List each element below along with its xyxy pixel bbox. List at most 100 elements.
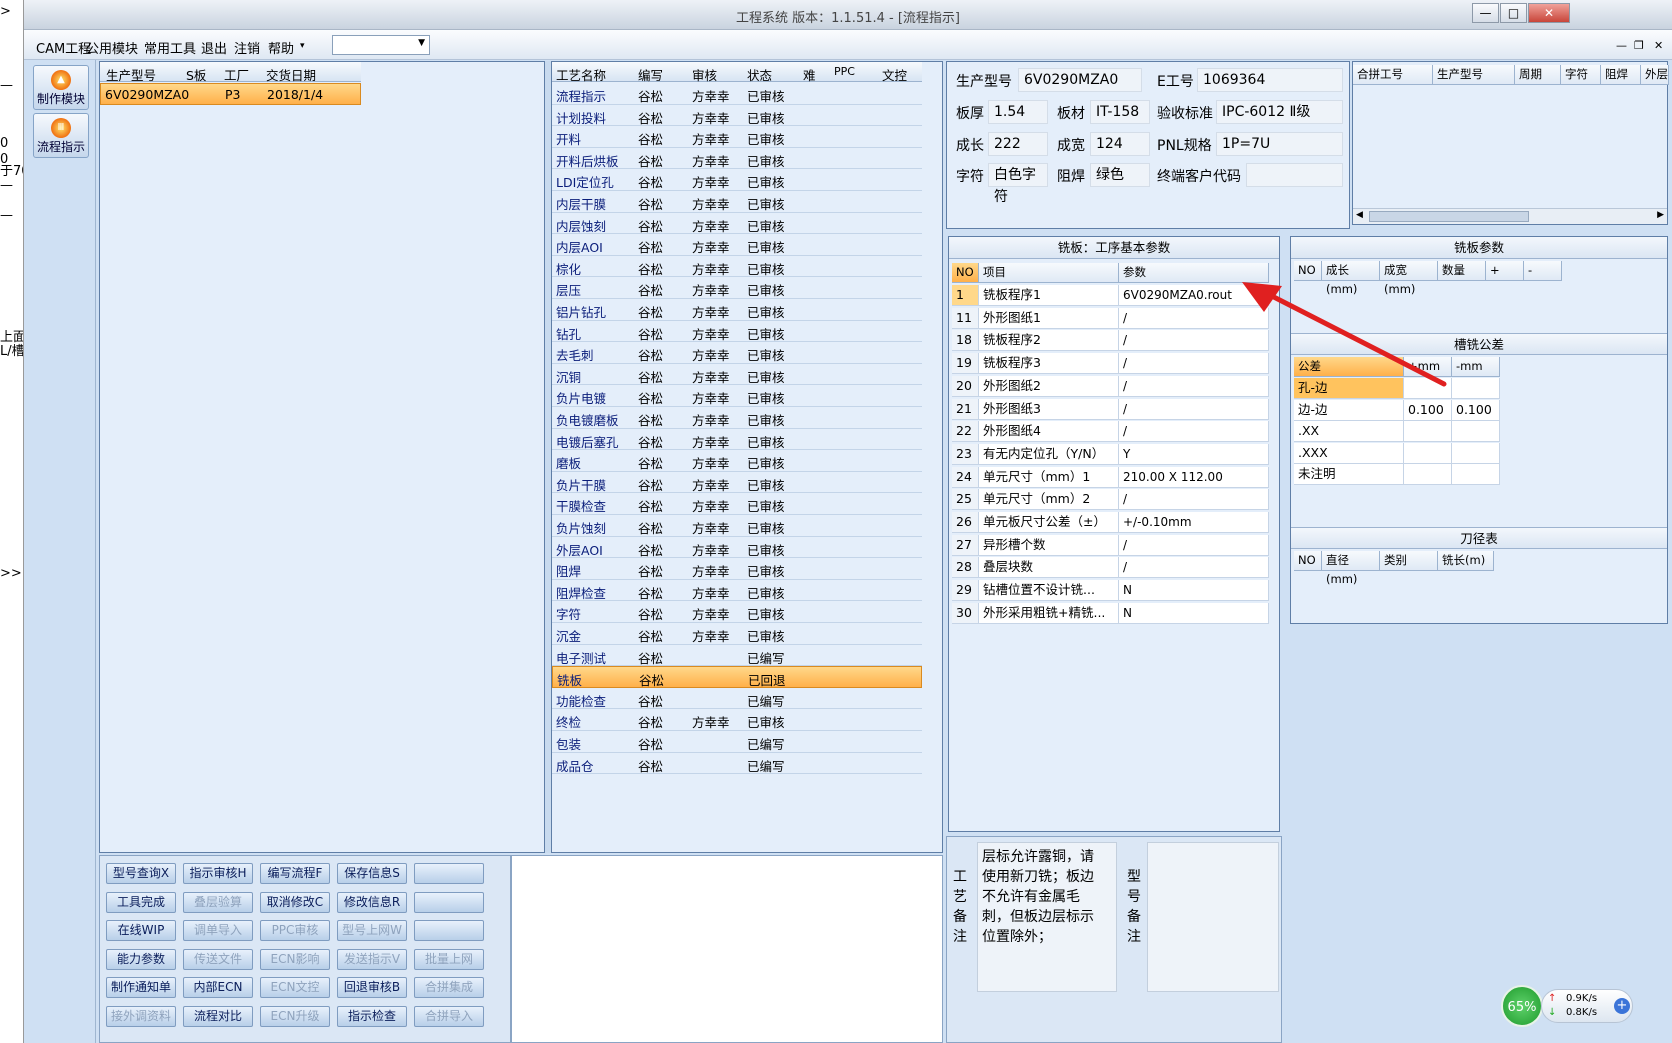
network-speed-widget[interactable]: 65% ↑ 0.9K/s ↓ 0.8K/s + xyxy=(1501,985,1633,1027)
menu-overflow-icon[interactable]: ▾ xyxy=(300,41,305,51)
process-row[interactable]: 负电镀磨板 谷松 方幸幸 已审核 xyxy=(552,407,922,429)
field-char[interactable]: 白色字符 xyxy=(988,163,1048,205)
process-row[interactable]: 字符 谷松 方幸幸 已审核 xyxy=(552,601,922,623)
action-button[interactable]: 能力参数 xyxy=(106,948,176,970)
param-value[interactable]: +/-0.10mm xyxy=(1119,512,1269,533)
action-button[interactable] xyxy=(414,891,484,913)
action-button[interactable]: 回退审核B xyxy=(337,977,407,998)
action-button[interactable]: 在线WIP xyxy=(106,920,176,941)
menu-common-tools[interactable]: 常用工具 xyxy=(144,38,196,57)
slot-cell[interactable] xyxy=(1404,421,1452,442)
action-button[interactable]: PPC审核 xyxy=(260,920,330,941)
process-row[interactable]: 内层蚀刻 谷松 方幸幸 已审核 xyxy=(552,213,922,235)
process-row[interactable]: 成品仓 谷松 已编写 xyxy=(552,753,922,775)
process-row[interactable]: 棕化 谷松 方幸幸 已审核 xyxy=(552,256,922,278)
process-row[interactable]: 阻焊检查 谷松 方幸幸 已审核 xyxy=(552,580,922,602)
action-button[interactable]: 保存信息S xyxy=(337,863,407,884)
action-button[interactable]: 调单导入 xyxy=(183,920,253,941)
mdi-restore-button[interactable]: ❐ xyxy=(1634,39,1644,52)
horizontal-scrollbar[interactable]: ◀ ▶ xyxy=(1353,208,1667,224)
menu-help[interactable]: 帮助 xyxy=(268,38,294,57)
param-value[interactable]: / xyxy=(1119,489,1269,511)
plus-icon[interactable]: + xyxy=(1614,998,1630,1014)
param-value[interactable]: / xyxy=(1119,398,1269,420)
process-row[interactable]: 开料 谷松 方幸幸 已审核 xyxy=(552,126,922,148)
menu-common-modules[interactable]: 公用模块 xyxy=(86,38,138,57)
action-button[interactable]: 型号查询X xyxy=(106,863,176,884)
menu-cam[interactable]: CAM工程 xyxy=(36,38,91,57)
action-button[interactable]: 接外调资料 xyxy=(106,1005,176,1027)
action-button[interactable]: 取消修改C xyxy=(260,891,330,913)
close-button[interactable]: ✕ xyxy=(1528,3,1570,23)
process-row[interactable]: 电镀后塞孔 谷松 方幸幸 已审核 xyxy=(552,429,922,451)
action-button[interactable]: 指示检查 xyxy=(337,1005,407,1027)
action-button[interactable]: 制作通知单 xyxy=(106,977,176,998)
process-row[interactable]: 沉铜 谷松 方幸幸 已审核 xyxy=(552,364,922,386)
process-notes-text[interactable]: 层标允许露铜，请使用新刀铣；板边不允许有金属毛刺，但板边层标示位置除外； xyxy=(977,842,1117,992)
param-value[interactable]: / xyxy=(1119,557,1269,579)
process-row[interactable]: 流程指示 谷松 方幸幸 已审核 xyxy=(552,83,922,105)
action-button[interactable]: 修改信息R xyxy=(337,891,407,913)
field-material[interactable]: IT-158 xyxy=(1090,100,1150,124)
process-row[interactable]: 磨板 谷松 方幸幸 已审核 xyxy=(552,450,922,472)
action-button[interactable]: ECN文控 xyxy=(260,977,330,998)
slot-cell[interactable] xyxy=(1404,442,1452,464)
field-length[interactable]: 222 xyxy=(988,132,1048,156)
process-row[interactable]: 内层AOI 谷松 方幸幸 已审核 xyxy=(552,234,922,256)
process-row[interactable]: 计划投料 谷松 方幸幸 已审核 xyxy=(552,105,922,127)
process-row[interactable]: 层压 谷松 方幸幸 已审核 xyxy=(552,277,922,299)
process-row[interactable]: 功能检查 谷松 已编写 xyxy=(552,688,922,710)
action-button[interactable]: 流程对比 xyxy=(183,1005,253,1027)
process-row[interactable]: 开料后烘板 谷松 方幸幸 已审核 xyxy=(552,148,922,170)
action-button[interactable]: 批量上网 xyxy=(414,948,484,970)
process-row[interactable]: 包装 谷松 已编写 xyxy=(552,731,922,753)
action-button[interactable]: 内部ECN xyxy=(183,977,253,998)
minimize-button[interactable]: — xyxy=(1472,3,1499,23)
param-value[interactable]: N xyxy=(1119,602,1269,624)
process-row[interactable]: 电子测试 谷松 已编写 xyxy=(552,645,922,667)
field-mask[interactable]: 绿色 xyxy=(1090,163,1150,187)
param-value[interactable]: / xyxy=(1119,534,1269,556)
process-row[interactable]: 外层AOI 谷松 方幸幸 已审核 xyxy=(552,537,922,559)
param-value[interactable]: / xyxy=(1119,421,1269,443)
field-standard[interactable]: IPC-6012 Ⅱ级 xyxy=(1216,100,1343,124)
process-row[interactable]: 铝片钻孔 谷松 方幸幸 已审核 xyxy=(552,299,922,321)
process-row[interactable]: 铣板 谷松 已回退 xyxy=(552,666,922,688)
action-button[interactable]: 叠层验算 xyxy=(183,891,253,913)
action-button[interactable]: 指示审核H xyxy=(183,863,253,884)
field-thickness[interactable]: 1.54 xyxy=(988,100,1048,124)
action-button[interactable]: 工具完成 xyxy=(106,891,176,913)
mdi-minimize-button[interactable]: — xyxy=(1616,39,1627,52)
process-row[interactable]: 负片干膜 谷松 方幸幸 已审核 xyxy=(552,472,922,494)
action-button[interactable]: 合拼集成 xyxy=(414,977,484,998)
slot-cell[interactable] xyxy=(1452,442,1500,464)
action-button[interactable]: ECN升级 xyxy=(260,1005,330,1027)
menu-combo-select[interactable]: ▼ xyxy=(332,35,430,55)
process-row[interactable]: 去毛刺 谷松 方幸幸 已审核 xyxy=(552,342,922,364)
param-value[interactable]: N xyxy=(1119,580,1269,602)
product-row[interactable]: 6V0290MZA0 P3 2018/1/4 xyxy=(100,83,361,105)
maximize-button[interactable]: □ xyxy=(1500,3,1527,23)
slot-cell[interactable]: 0.100 xyxy=(1404,399,1452,421)
action-button[interactable]: 发送指示V xyxy=(337,948,407,970)
param-value[interactable]: Y xyxy=(1119,443,1269,465)
field-customer[interactable] xyxy=(1246,163,1343,187)
slot-cell[interactable]: 0.100 xyxy=(1452,399,1500,421)
action-button[interactable]: 合拼导入 xyxy=(414,1005,484,1027)
process-row[interactable]: LDI定位孔 谷松 方幸幸 已审核 xyxy=(552,169,922,191)
process-row[interactable]: 沉金 谷松 方幸幸 已审核 xyxy=(552,623,922,645)
scrollbar-thumb[interactable] xyxy=(1369,211,1529,222)
scroll-left-icon[interactable]: ◀ xyxy=(1356,210,1363,220)
model-notes-text[interactable] xyxy=(1147,842,1279,992)
field-model[interactable]: 6V0290MZA0 xyxy=(1018,68,1142,92)
menu-logout[interactable]: 注销 xyxy=(234,38,260,57)
memory-percent[interactable]: 65% xyxy=(1501,985,1543,1027)
nav-process-instruction[interactable]: Ⅲ 流程指示 xyxy=(33,113,89,158)
mdi-close-button[interactable]: ✕ xyxy=(1654,39,1663,52)
action-button[interactable] xyxy=(414,920,484,941)
field-pnl[interactable]: 1P=7U xyxy=(1216,132,1343,156)
field-width[interactable]: 124 xyxy=(1090,132,1150,156)
action-button[interactable]: 型号上网W xyxy=(337,920,407,941)
process-row[interactable]: 负片电镀 谷松 方幸幸 已审核 xyxy=(552,385,922,407)
action-button[interactable]: 传送文件 xyxy=(183,948,253,970)
